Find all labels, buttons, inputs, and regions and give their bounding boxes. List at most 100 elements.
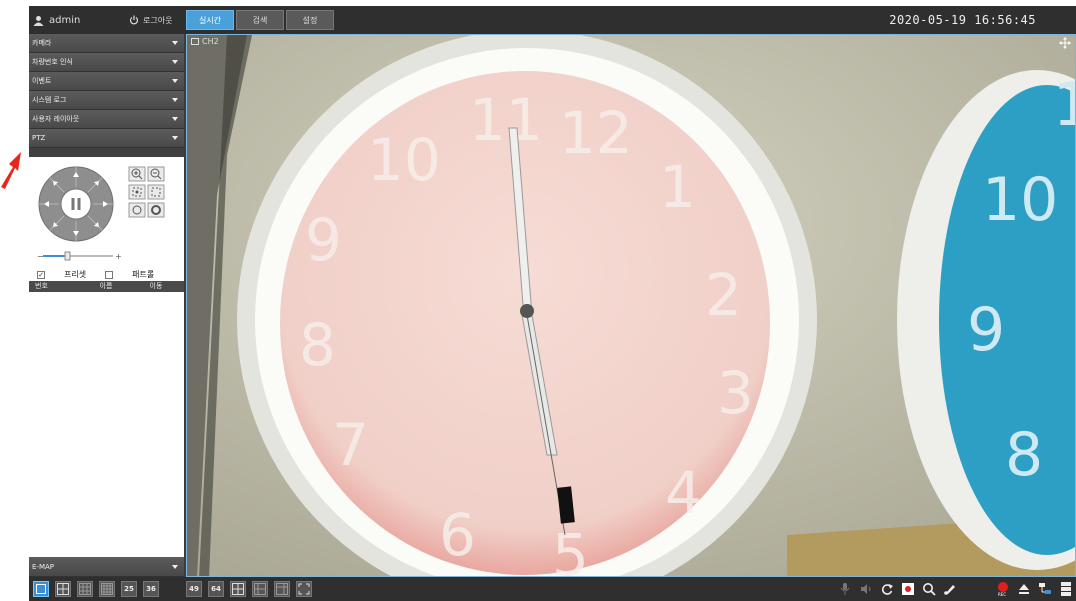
tab-settings[interactable]: 설정 <box>286 10 334 30</box>
focus-near-icon <box>128 184 146 200</box>
svg-text:REC: REC <box>998 592 1006 597</box>
grid-16-icon <box>101 583 113 595</box>
pattern-label: 패트롤 <box>132 270 155 279</box>
layout-25-button[interactable]: 25 <box>121 581 137 597</box>
sidebar-item-label: PTZ <box>32 134 46 142</box>
channel-label: CH2 <box>191 37 219 46</box>
layout-1-icon <box>36 584 46 594</box>
sidebar-item-label: 차량번호 인식 <box>32 58 73 66</box>
speed-minus-label: − <box>37 252 44 261</box>
svg-text:8: 8 <box>299 311 336 379</box>
svg-text:9: 9 <box>305 206 342 274</box>
caret-down-icon <box>172 564 178 569</box>
svg-text:7: 7 <box>332 411 369 479</box>
sidebar-item-label: 사용자 레이아웃 <box>32 115 80 123</box>
svg-text:9: 9 <box>967 295 1005 365</box>
preset-checkbox[interactable]: ✓ <box>37 270 45 279</box>
col-name: 이름 <box>99 282 113 290</box>
record-button[interactable]: REC <box>995 581 1011 597</box>
sidebar-item-user-layout[interactable]: 사용자 레이아웃 <box>29 110 184 129</box>
layout-16-button[interactable] <box>99 581 115 597</box>
grid-4-icon <box>57 583 69 595</box>
refresh-icon <box>881 584 893 595</box>
logout-label: 로그아웃 <box>143 15 173 25</box>
logout-button[interactable]: 로그아웃 <box>129 6 172 34</box>
tools-button[interactable] <box>942 581 958 597</box>
svg-text:5: 5 <box>552 521 589 577</box>
rec-icon: REC <box>998 582 1008 597</box>
sidebar-item-label: 시스템 로그 <box>32 96 67 104</box>
layout-36-button[interactable]: 36 <box>143 581 159 597</box>
user-info: admin <box>33 6 80 34</box>
layout-custom-1-button[interactable] <box>230 581 246 597</box>
microphone-button[interactable] <box>837 581 853 597</box>
pause-button <box>60 188 92 220</box>
layout-64-button[interactable]: 64 <box>208 581 224 597</box>
iris-open-icon <box>128 202 146 218</box>
dvr-app-window: admin 로그아웃 실시간 검색 설정 2020-05-19 16:56:45… <box>29 6 1076 601</box>
live-video-view[interactable]: 11 12 1 2 3 4 5 6 7 8 9 10 10 9 8 CH2 <box>186 34 1076 577</box>
bottom-toolbar: 25 36 49 64 REC <box>29 577 1076 601</box>
speaker-button[interactable] <box>858 581 874 597</box>
ptz-speed-slider[interactable]: − + <box>37 251 122 261</box>
main-tabs: 실시간 검색 설정 <box>186 10 334 30</box>
magnifier-icon <box>923 583 936 596</box>
top-bar: admin 로그아웃 실시간 검색 설정 2020-05-19 16:56:45 <box>29 6 1076 34</box>
ptz-mode-row: ✓ 프리셋 패트롤 <box>37 269 154 280</box>
svg-text:12: 12 <box>559 99 633 167</box>
sidebar-item-event[interactable]: 이벤트 <box>29 72 184 91</box>
caret-down-icon <box>172 98 178 102</box>
sidebar-item-label: 카메라 <box>32 39 52 47</box>
grid-9-icon <box>79 583 91 595</box>
svg-text:1: 1 <box>659 153 696 221</box>
network-icon <box>1039 583 1051 594</box>
svg-text:4: 4 <box>665 459 702 527</box>
grid-custom-icon <box>232 583 244 595</box>
fullscreen-icon <box>298 583 310 595</box>
ptz-direction-pad[interactable] <box>38 166 114 242</box>
tab-live[interactable]: 실시간 <box>186 10 234 30</box>
speaker-icon <box>861 584 871 594</box>
snapshot-button[interactable] <box>900 581 916 597</box>
eject-button[interactable] <box>1016 581 1032 597</box>
grid-custom-icon <box>276 583 288 595</box>
caret-down-icon <box>172 79 178 83</box>
layout-1-button[interactable] <box>33 581 49 597</box>
tab-search[interactable]: 검색 <box>236 10 284 30</box>
col-number: 번호 <box>35 282 48 290</box>
channel-name: CH2 <box>202 37 219 46</box>
sidebar-item-lpr[interactable]: 차량번호 인식 <box>29 53 184 72</box>
svg-text:2: 2 <box>705 261 742 329</box>
layout-custom-2-button[interactable] <box>252 581 268 597</box>
svg-text:10: 10 <box>367 126 441 194</box>
caret-down-icon <box>172 136 178 140</box>
sidebar-item-ptz[interactable]: PTZ <box>29 129 184 148</box>
svg-text:11: 11 <box>469 86 543 154</box>
hdd-status-button[interactable] <box>1058 581 1074 597</box>
zoom-button[interactable] <box>921 581 937 597</box>
preset-table-header: 번호 이름 이동 <box>29 281 184 292</box>
ptz-panel: − + ✓ 프리셋 패트롤 번호 이름 이동 <box>29 157 184 557</box>
slider-knob <box>64 251 71 261</box>
caret-down-icon <box>172 60 178 64</box>
refresh-button[interactable] <box>879 581 895 597</box>
ptz-button-grid[interactable] <box>128 166 165 218</box>
sidebar-item-system-log[interactable]: 시스템 로그 <box>29 91 184 110</box>
power-icon <box>129 15 139 25</box>
sidebar-item-emap[interactable]: E-MAP <box>29 557 184 577</box>
caret-down-icon <box>172 41 178 45</box>
layout-4-button[interactable] <box>55 581 71 597</box>
network-button[interactable] <box>1037 581 1053 597</box>
col-move: 이동 <box>149 282 163 290</box>
preset-label: 프리셋 <box>64 270 87 279</box>
layout-49-button[interactable]: 49 <box>186 581 202 597</box>
pattern-checkbox[interactable] <box>105 270 114 279</box>
channel-icon <box>191 38 199 45</box>
fullscreen-button[interactable] <box>296 581 312 597</box>
layout-9-button[interactable] <box>77 581 93 597</box>
move-arrows-icon[interactable] <box>1059 37 1071 49</box>
svg-text:11: 11 <box>1053 70 1076 140</box>
layout-custom-3-button[interactable] <box>274 581 290 597</box>
sidebar-item-camera[interactable]: 카메라 <box>29 34 184 53</box>
username: admin <box>49 14 81 26</box>
